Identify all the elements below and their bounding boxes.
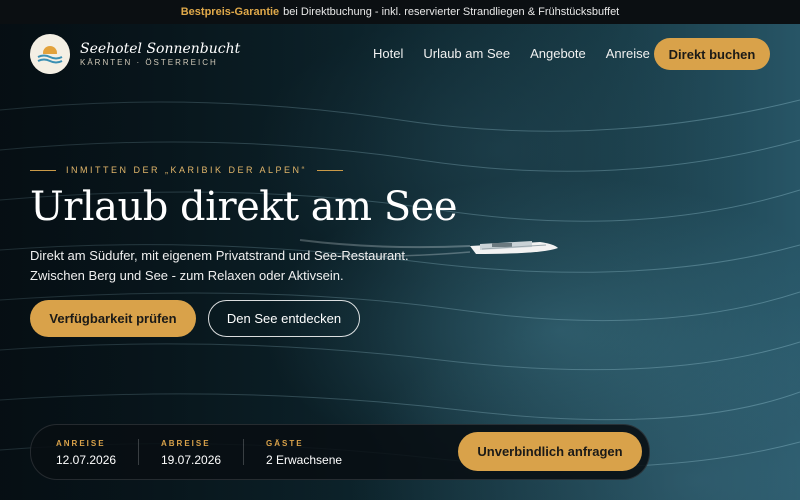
- departure-field[interactable]: ABREISE 19.07.2026: [161, 439, 221, 467]
- hero-lead-line-2: Zwischen Berg und See - zum Relaxen oder…: [30, 268, 344, 283]
- arrival-field[interactable]: ANREISE 12.07.2026: [56, 439, 116, 467]
- arrival-label: ANREISE: [56, 439, 106, 448]
- promo-text: bei Direktbuchung - inkl. reservierter S…: [283, 6, 620, 18]
- nav-item-hotel[interactable]: Hotel: [373, 46, 403, 61]
- departure-label: ABREISE: [161, 439, 211, 448]
- hero-lead-line-1: Direkt am Südufer, mit eigenem Privatstr…: [30, 248, 409, 263]
- site-header: Seehotel Sonnenbucht KÄRNTEN · ÖSTERREIC…: [0, 24, 800, 86]
- nav-item-anreise[interactable]: Anreise: [606, 46, 650, 61]
- guests-field[interactable]: GÄSTE 2 Erwachsene: [266, 439, 342, 467]
- eyebrow-line-left: [30, 169, 56, 171]
- nav-item-urlaub-am-see[interactable]: Urlaub am See: [423, 46, 510, 61]
- guests-label: GÄSTE: [266, 439, 304, 448]
- hero-title: Urlaub direkt am See: [30, 184, 458, 230]
- eyebrow-text: INMITTEN DER „KARIBIK DER ALPEN“: [66, 165, 308, 175]
- request-button[interactable]: Unverbindlich anfragen: [458, 432, 642, 471]
- booking-divider: [243, 439, 244, 465]
- arrival-value: 12.07.2026: [56, 453, 117, 467]
- brand-tagline: KÄRNTEN · ÖSTERREICH: [80, 58, 218, 67]
- sailboat-image: [462, 228, 562, 263]
- promo-bar: Bestpreis-Garantie bei Direktbuchung - i…: [0, 0, 800, 24]
- booking-bar: ANREISE 12.07.2026 ABREISE 19.07.2026 GÄ…: [30, 424, 650, 480]
- discover-lake-button[interactable]: Den See entdecken: [208, 300, 360, 337]
- departure-value: 19.07.2026: [161, 453, 222, 467]
- brand-name[interactable]: Seehotel Sonnenbucht: [80, 41, 240, 57]
- main-nav: Hotel Urlaub am See Angebote Anreise: [373, 46, 670, 61]
- book-direct-button[interactable]: Direkt buchen: [654, 38, 770, 70]
- booking-divider: [138, 439, 139, 465]
- logo-icon[interactable]: [30, 34, 70, 74]
- promo-highlight: Bestpreis-Garantie: [180, 6, 280, 18]
- eyebrow-line-right: [317, 169, 344, 171]
- check-availability-button[interactable]: Verfügbarkeit prüfen: [30, 300, 196, 337]
- hero-lead: Direkt am Südufer, mit eigenem Privatstr…: [30, 246, 409, 286]
- nav-item-angebote[interactable]: Angebote: [530, 46, 586, 61]
- hero-eyebrow: INMITTEN DER „KARIBIK DER ALPEN“: [30, 165, 344, 175]
- guests-value: 2 Erwachsene: [266, 453, 343, 467]
